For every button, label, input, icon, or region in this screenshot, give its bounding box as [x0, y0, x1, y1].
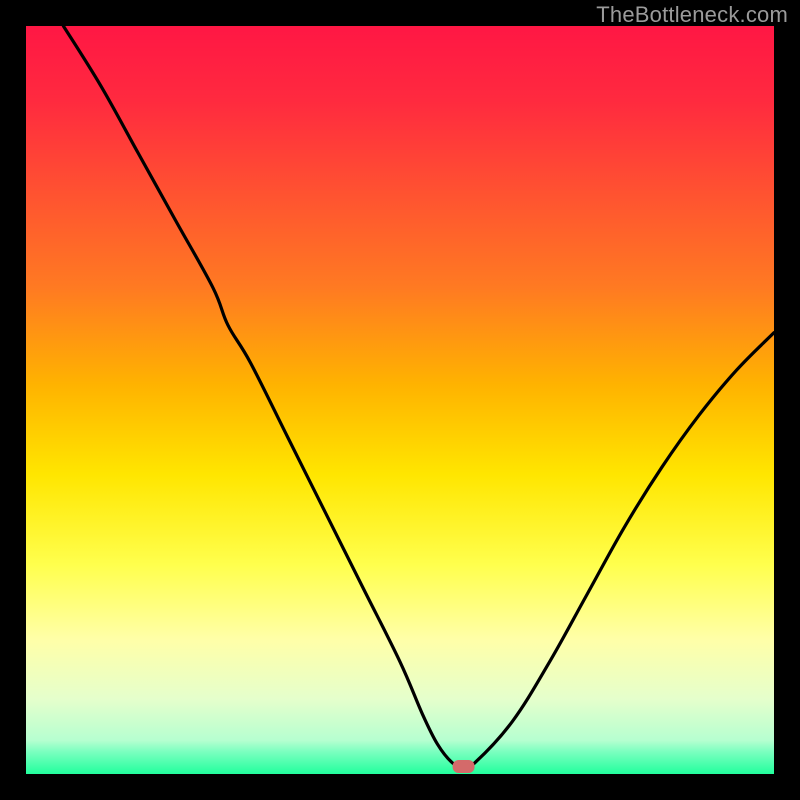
bottleneck-plot — [26, 26, 774, 774]
watermark-text: TheBottleneck.com — [596, 2, 788, 28]
chart-frame: TheBottleneck.com — [0, 0, 800, 800]
optimal-marker — [453, 760, 475, 773]
plot-svg — [26, 26, 774, 774]
